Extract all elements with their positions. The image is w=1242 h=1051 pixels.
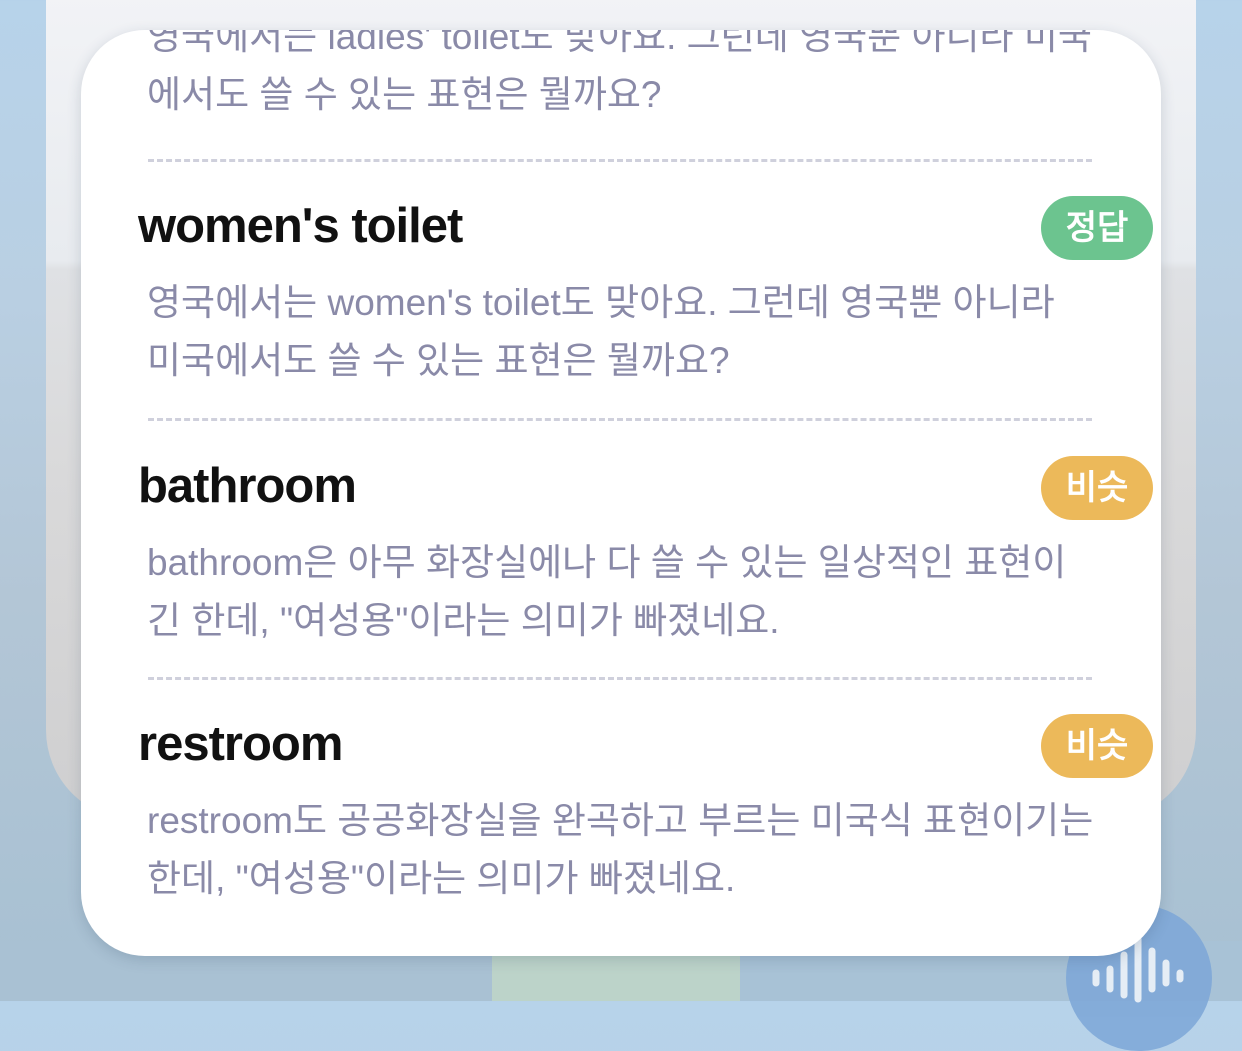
similar-badge: 비슷 [1041,456,1153,520]
option-description: bathroom은 아무 화장실에나 다 쓸 수 있는 일상적인 표현이긴 한데… [147,542,1067,641]
correct-badge: 정답 [1041,196,1153,260]
option-description: 영국에서는 women's toilet도 맞아요. 그런데 영국뿐 아니라 미… [147,282,1055,381]
previous-option-description: 영국에서는 ladies' toilet도 맞아요. 그런데 영국뿐 아니라 미… [147,30,1092,115]
similar-badge: 비슷 [1041,714,1153,778]
divider [148,159,1092,162]
option-word: restroom [138,717,343,771]
option-word: women's toilet [138,199,463,253]
option-description: restroom도 공공화장실을 완곡하고 부르는 미국식 표현이기는 한데, … [147,800,1094,899]
option-word: bathroom [138,459,357,513]
divider [148,677,1092,680]
answer-card: 영국에서는 ladies' toilet도 맞아요. 그런데 영국뿐 아니라 미… [81,30,1161,956]
divider [148,418,1092,421]
